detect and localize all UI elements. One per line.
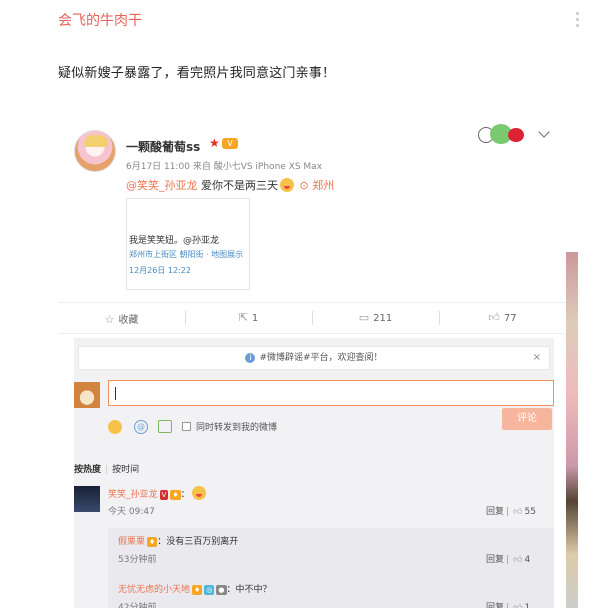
verified-badge-icon: V [159,490,169,500]
notice-bar[interactable]: i #微博辟谣#平台，欢迎查阅！ × [78,346,550,370]
reply-content: 假栗栗 ♦ ：没有三百万别离开 [118,534,238,547]
weibo-meta: 6月17日 11:00 来自 酸小七VS iPhone XS Max [126,162,323,172]
post-text: 疑似新嫂子暴露了，看完照片我同意这门亲事！ [58,66,336,81]
reply-time: 42分钟前 [118,603,157,608]
like-icon[interactable]: 👍︎ [513,555,522,565]
action-bar: ☆ 收藏 ⇱ 1 ▭ 211 👍︎ 77 [58,302,566,334]
at-icon[interactable]: @ [134,420,148,434]
comment-count: 211 [373,313,393,324]
location-link[interactable]: 郑州 [312,179,334,192]
reply-author[interactable]: 假栗栗 [118,537,145,547]
reply-button[interactable]: 回复 [486,507,504,517]
reply-button[interactable]: 回复 [486,603,504,608]
reply-text: ：中不中？ [226,585,272,595]
emoji-icon[interactable] [108,420,122,434]
comment-time: 今天 09:47 [108,507,155,517]
star-icon: ★ [209,136,220,150]
commenter-nickname[interactable]: 笑笑_孙亚龙 [108,490,158,500]
like-count: 4 [524,555,531,565]
image-icon[interactable] [158,420,172,433]
commenter-avatar[interactable] [74,486,100,512]
close-icon[interactable]: × [533,347,541,369]
tab-time[interactable]: 按时间 [112,465,139,475]
repost-button[interactable]: ⇱ 1 [185,311,312,324]
card-date: 12月26日 12:22 [129,266,191,275]
reply-author[interactable]: 无忧无虑的小天地 [118,585,190,595]
emoji-icon [191,486,206,500]
like-count: 55 [524,507,536,517]
weibo-text: 爱你不是两三天 [201,179,278,192]
reply-text: ：没有三百万别离开 [157,537,239,547]
divider: | [506,603,510,608]
checkbox-icon[interactable] [182,422,191,431]
divider: | [506,555,510,565]
my-avatar [74,382,100,408]
card-address[interactable]: 郑州市上街区 朝阳街 · 地图展示 [129,249,243,260]
reply-item: 假栗栗 ♦ ：没有三百万别离开 53分钟前 回复 | 👍︎ 4 [108,528,554,576]
comment-input[interactable] [108,380,554,406]
mention-link[interactable]: @笑笑_孙亚龙 [126,179,198,192]
like-icon[interactable]: 👍︎ [513,507,522,517]
emoji-icon [280,178,294,192]
commenter-name[interactable]: 笑笑_孙亚龙 V ♦： [108,486,208,500]
favorite-icon: ☆ [104,313,115,326]
weibo-nickname[interactable]: 一颗酸葡萄ss [126,138,200,155]
chevron-down-icon[interactable] [538,126,550,138]
sort-tabs: 按热度 | 按时间 [74,465,140,475]
reply-item: 无忧无虑的小天地 ♦ ◎ ● ：中不中？ 42分钟前 回复 | 👍︎ 1 [108,576,554,608]
repost-icon: ⇱ [238,311,248,324]
favorite-label: 收藏 [118,315,139,326]
comment-actions: 回复 | 👍︎ 55 [486,504,536,517]
sticker-icon [478,124,534,146]
comment-button[interactable]: ▭ 211 [312,311,439,324]
divider: | [506,507,510,517]
vip-badge-icon: ♦ [147,537,158,547]
panda-icon: ● [216,585,227,595]
location-icon: ⊙ [299,179,309,192]
comment-icon: ▭ [358,311,370,324]
tab-hot[interactable]: 按热度 [74,465,101,475]
like-icon: 👍︎ [488,311,500,324]
notice-text: #微博辟谣#平台，欢迎查阅！ [259,353,383,363]
post-author[interactable]: 会飞的牛肉干 [58,10,142,30]
vip-badge-icon: ♦ [192,585,203,595]
info-icon: i [245,353,256,363]
text-caret [115,387,116,400]
reply-actions: 回复 | 👍︎ 4 [486,552,530,565]
weibo-body: @笑笑_孙亚龙 爱你不是两三天 ⊙ 郑州 [126,177,334,193]
reply-time: 53分钟前 [118,555,157,565]
favorite-button[interactable]: ☆ 收藏 [58,311,185,326]
more-icon[interactable] [574,12,580,30]
like-icon[interactable]: 👍︎ [513,603,522,608]
vip-badge-icon: V [222,138,238,149]
badge-icon: ◎ [204,585,215,595]
background-strip [566,252,578,608]
submit-button[interactable]: 评论 [502,408,552,430]
like-count: 77 [503,313,517,324]
vip-badge-icon: ♦ [170,490,181,500]
reply-button[interactable]: 回复 [486,555,504,565]
like-count: 1 [524,603,531,608]
reply-content: 无忧无虑的小天地 ♦ ◎ ● ：中不中？ [118,582,272,595]
author-avatar[interactable] [74,130,116,172]
embedded-screenshot: 一颗酸葡萄ss ★ V 6月17日 11:00 来自 酸小七VS iPhone … [58,112,578,608]
repost-checkbox-label: 同时转发到我的微博 [196,423,278,433]
card-text: 我是笑笑妞。@孙亚龙 [129,236,220,246]
comment-panel: i #微博辟谣#平台，欢迎查阅！ × @ 同时转发到我的微博 评论 按热度 | 按时间… [74,338,554,608]
like-button[interactable]: 👍︎ 77 [439,311,566,324]
repost-count: 1 [251,313,259,324]
location-card[interactable]: 我是笑笑妞。@孙亚龙 郑州市上街区 朝阳街 · 地图展示 12月26日 12:2… [126,198,250,290]
reply-actions: 回复 | 👍︎ 1 [486,600,530,608]
